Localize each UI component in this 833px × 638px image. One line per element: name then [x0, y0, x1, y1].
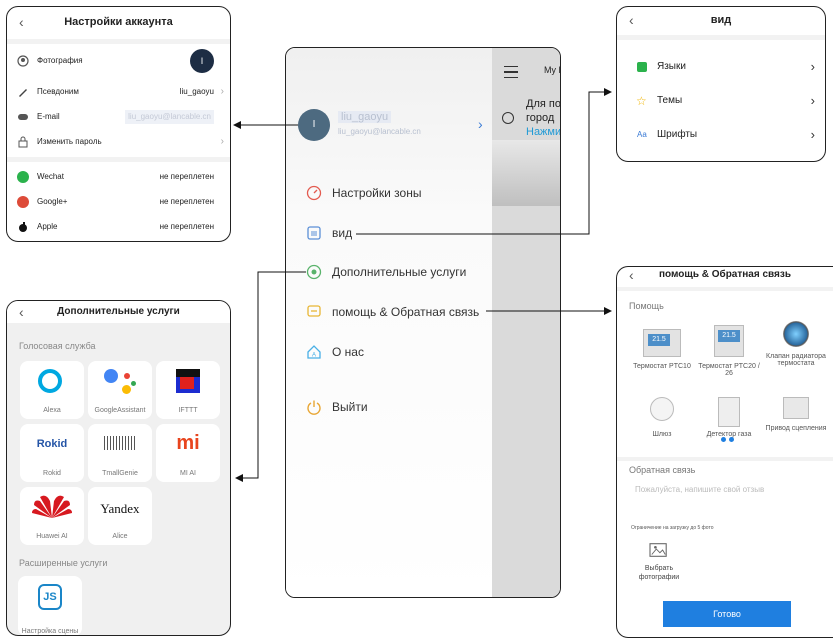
connector-arrows [233, 88, 612, 482]
arrow-services-to-services-panel [235, 271, 306, 482]
arrow-view-to-view-panel [356, 88, 612, 235]
